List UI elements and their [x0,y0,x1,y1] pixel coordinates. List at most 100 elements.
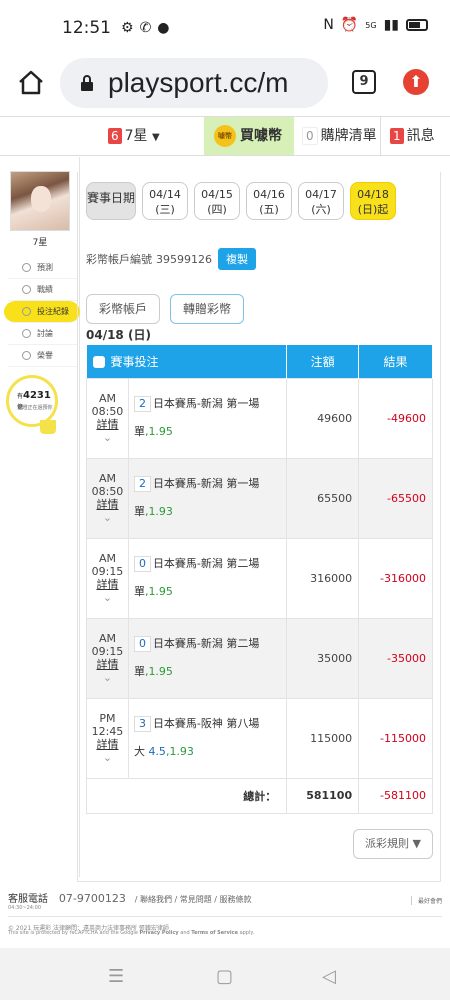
user-name: 7星 [32,238,48,248]
bet-table: 賽事投注 注額 結果 AM 08:50 詳情 ⌄ 2 日本賽馬-新潟 第一場 單,1.95 4… [85,345,433,814]
bet-time: AM 08:50 詳情 ⌄ [86,457,129,539]
header-event-label: 賽事投注 [110,354,159,369]
url-text: playsport.cc/m [108,67,289,98]
total-result: -581100 [358,777,433,814]
bet-time-value: 08:50 [91,485,124,498]
bet-ampm: AM [98,552,116,565]
profile-sidebar: 7星 預測 戰績 投注紀錄 討論 榮譽 有4231億 點燈正在過預你 [0,157,80,877]
date-tab-0415[interactable]: 04/15 (四) [194,182,240,220]
phone-number[interactable]: 07-9700123 [59,892,126,905]
total-row: 總計： 581100 -581100 [85,777,433,814]
date-tab-date: 04/14 [149,188,181,201]
menu-icon[interactable]: ☰ [108,966,124,987]
table-header-row: 賽事投注 注額 結果 [86,345,433,378]
bet-pick: 大 [133,745,145,758]
tab-coin-account[interactable]: 彩幣帳戶 [86,294,161,324]
chevron-down-icon[interactable]: ⌄ [87,751,128,764]
phone-label: 客服電話 [8,894,48,905]
bet-result: -35000 [358,617,433,699]
date-tab-0414[interactable]: 04/14 (三) [142,182,188,220]
bet-event-name: 日本賽馬-新潟 第二場 [152,637,260,650]
buy-coins-button[interactable]: 噱幣 買噱幣 [204,117,294,155]
footer-link-contact[interactable]: 聯絡我們 [140,895,172,904]
footer: 客服電話 07-9700123 / 聯絡我們 / 常見問題 / 服務條款 最好會… [8,890,442,936]
recaptcha-notice: This site is protected by reCAPTCHA and … [8,930,254,936]
bet-ampm: PM [99,712,116,725]
avatar[interactable] [10,171,70,231]
date-tab-date: 04/15 [201,188,233,201]
date-tabs-label: 賽事日期 [86,182,136,220]
home-square-icon[interactable]: ▢ [216,966,233,987]
status-bar: 12:51 ⚙ ✆ ● N ⏰ 5G ▮▮ [0,0,450,56]
recaptcha-and: and [180,930,190,936]
date-tab-0417[interactable]: 04/17 (六) [298,182,344,220]
side-item-honor[interactable]: 榮譽 [8,345,80,367]
footer-link-terms[interactable]: 服務條款 [220,895,252,904]
date-tab-dow: (五) [259,203,279,216]
bet-amount: 35000 [286,617,360,699]
bet-event-name: 日本賽馬-新潟 第二場 [152,557,260,570]
terms-link[interactable]: Terms of Service [191,930,238,936]
bet-event-name: 日本賽馬-新潟 第一場 [152,397,260,410]
target-icon [22,263,31,272]
side-item-label: 榮譽 [37,351,53,360]
detail-link[interactable]: 詳情 [87,418,128,431]
detail-link[interactable]: 詳情 [87,578,128,591]
bet-odds: 1.93 [148,505,173,518]
date-tab-0416[interactable]: 04/16 (五) [246,182,292,220]
battery-icon [406,19,428,31]
privacy-link[interactable]: Privacy Policy [139,930,178,936]
detail-link[interactable]: 詳情 [87,738,128,751]
side-item-bet-history[interactable]: 投注紀錄 [4,301,80,323]
tab-switcher-button[interactable]: 9 [352,70,376,94]
side-menu: 預測 戰績 投注紀錄 討論 榮譽 [4,257,80,367]
recaptcha-apply: apply. [239,930,255,936]
bet-time: AM 09:15 詳情 ⌄ [86,537,129,619]
total-amount: 581100 [286,777,360,814]
chevron-down-icon[interactable]: ⌄ [87,431,128,444]
side-item-label: 預測 [37,263,53,272]
side-item-record[interactable]: 戰績 [8,279,80,301]
back-to-top-button[interactable]: 最好會們 [410,896,442,905]
chevron-down-icon[interactable]: ⌄ [87,591,128,604]
bet-ampm: AM [98,392,116,405]
bet-odds: 1.95 [148,585,173,598]
bulb-count-value: 4231 [23,390,51,401]
table-row: AM 09:15 詳情 ⌄ 0 日本賽馬-新潟 第二場 單,1.95 316000 -31600… [86,537,433,619]
side-item-discuss[interactable]: 討論 [8,323,80,345]
back-triangle-icon[interactable]: ◁ [322,966,336,987]
bet-number-badge: 0 [133,556,151,572]
bet-amount: 49600 [286,377,360,459]
home-icon[interactable] [16,67,46,97]
update-icon[interactable]: ⬆ [403,69,429,95]
bet-pick: 單 [133,425,145,438]
bet-pick: 單 [133,585,145,598]
bet-time: PM 12:45 詳情 ⌄ [86,697,129,779]
footer-link-faq[interactable]: 常見問題 [180,895,212,904]
bet-pick: 單 [133,505,145,518]
bet-odds: 1.95 [148,425,173,438]
bet-number-badge: 2 [133,476,151,492]
bet-ampm: AM [98,632,116,645]
detail-link[interactable]: 詳情 [87,498,128,511]
header-amount: 注額 [286,345,360,378]
lock-icon [81,75,93,91]
date-tab-0418[interactable]: 04/18 (日)起 [350,182,396,220]
bet-time: AM 08:50 詳情 ⌄ [86,377,129,459]
detail-link[interactable]: 詳情 [87,658,128,671]
tab-transfer-coins[interactable]: 轉贈彩幣 [170,294,245,324]
chevron-down-icon: ▼ [152,132,160,143]
bet-event: 2 日本賽馬-新潟 第一場 單,1.93 [127,457,288,539]
copy-button[interactable]: 複製 [218,248,256,270]
browser-toolbar: playsport.cc/m 9 ⬆ [0,56,450,114]
side-item-predict[interactable]: 預測 [8,257,80,279]
nav-messages[interactable]: 1 訊息 [390,117,435,155]
avatar-face [31,186,51,212]
chevron-down-icon[interactable]: ⌄ [87,671,128,684]
bet-number-badge: 0 [133,636,151,652]
nav-star-menu[interactable]: 6 7星 ▼ [108,117,160,155]
nav-cart[interactable]: 0 購牌清單 [302,117,377,155]
payout-rules-button[interactable]: 派彩規則 ▼ [353,829,433,859]
chevron-down-icon[interactable]: ⌄ [87,511,128,524]
address-bar[interactable]: playsport.cc/m [60,58,328,108]
